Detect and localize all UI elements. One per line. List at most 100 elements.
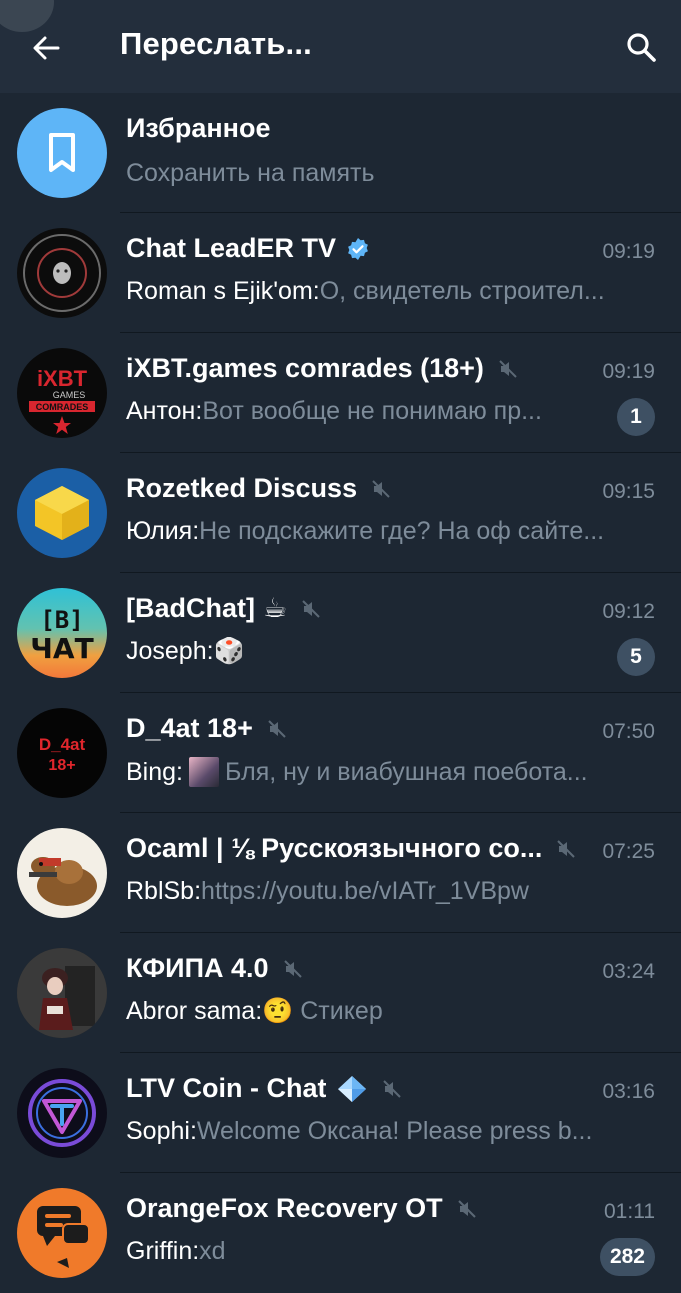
chat-title-line: Chat LeadER TV [126, 233, 370, 264]
chat-title: Ocaml | ⅛ Русскоязычного со... [126, 833, 543, 863]
svg-text:D_4at: D_4at [39, 735, 86, 754]
preview-sender: Roman s Ejik'om: [126, 277, 320, 305]
search-button[interactable] [620, 26, 662, 68]
avatar [17, 228, 107, 318]
verified-icon [346, 237, 370, 261]
avatar-image [23, 234, 101, 312]
preview-text: https://youtu.be/vIATr_1VBpw [201, 877, 529, 905]
chat-time: 07:50 [602, 720, 655, 743]
preview-sender: Bing: [126, 757, 183, 786]
chat-preview: Bing: Бля, ну и виабушная поебота... [126, 757, 588, 787]
avatar-image: D_4at 18+ [39, 735, 86, 774]
svg-text:18+: 18+ [48, 757, 75, 774]
avatar-image: iXBT GAMES COMRADES [29, 366, 95, 434]
muted-icon [371, 479, 391, 499]
avatar-image [29, 857, 97, 906]
preview-text: xd [199, 1237, 226, 1265]
chat-time: 07:25 [602, 840, 655, 863]
chat-preview: Антон: Вот вообще не понимаю пр... [126, 397, 542, 426]
avatar [17, 948, 107, 1038]
preview-sender: Sophi: [126, 1117, 197, 1145]
chat-title-line: LTV Coin - Chat [126, 1073, 402, 1104]
avatar-image: [B] ЧАТ [30, 606, 93, 665]
chat-row[interactable]: [B] ЧАТ [BadChat] ☕ 09:12 Joseph: 🎲 5 [0, 573, 681, 693]
chat-row[interactable]: LTV Coin - Chat 03:16 Sophi: Welcome Окс… [0, 1053, 681, 1173]
chat-preview: Sophi: Welcome Оксана! Please press b... [126, 1117, 592, 1146]
chat-title: Chat LeadER TV [126, 233, 337, 263]
chat-time: 09:19 [602, 360, 655, 383]
page-title: Переслать... [120, 26, 312, 61]
preview-sender: RblSb: [126, 877, 202, 905]
avatar-image [37, 1206, 90, 1268]
avatar: [B] ЧАТ [17, 588, 107, 678]
chat-preview: Joseph: 🎲 [126, 637, 245, 666]
unread-badge: 1 [617, 398, 655, 436]
chat-title: Rozetked Discuss [126, 473, 358, 503]
chat-row[interactable]: Ocaml | ⅛ Русскоязычного со... 07:25 Rbl… [0, 813, 681, 933]
preview-sender: Griffin: [126, 1237, 200, 1265]
chat-title-line: D_4at 18+ [126, 713, 287, 744]
chat-title-line: iXBT.games comrades (18+) [126, 353, 518, 384]
chat-time: 03:24 [602, 960, 655, 983]
chat-preview: RblSb: https://youtu.be/vIATr_1VBpw [126, 877, 529, 906]
preview-text: О, свидетель строител... [319, 277, 605, 305]
chat-preview: Griffin: xd [126, 1237, 226, 1266]
preview-sender: Abror sama: [126, 997, 263, 1025]
coffee-icon: ☕ [263, 593, 288, 623]
chat-title-line: Rozetked Discuss [126, 473, 391, 504]
muted-icon [498, 359, 518, 379]
muted-icon [556, 839, 576, 859]
muted-icon [267, 719, 287, 739]
chat-row[interactable]: КФИПА 4.0 03:24 Abror sama: 🤨 Стикер [0, 933, 681, 1053]
bookmark-icon [49, 133, 75, 172]
preview-text: Вот вообще не понимаю пр... [202, 397, 542, 425]
avatar-image [35, 486, 89, 540]
chat-subtitle: Сохранить на память [126, 159, 375, 187]
chat-title-line: КФИПА 4.0 [126, 953, 303, 984]
unread-badge: 5 [617, 638, 655, 676]
diamond-icon [336, 1074, 368, 1104]
chat-row[interactable]: iXBT GAMES COMRADES iXBT.games comrades … [0, 333, 681, 453]
muted-icon [457, 1199, 477, 1219]
svg-text:GAMES: GAMES [53, 390, 86, 400]
svg-text:COMRADES: COMRADES [36, 402, 89, 412]
chat-title: Избранное [126, 113, 271, 143]
muted-icon [283, 959, 303, 979]
search-icon [627, 33, 656, 62]
avatar [17, 108, 107, 198]
chat-list: Избранное Сохранить на память Chat LeadE… [0, 93, 681, 1293]
chat-row[interactable]: Rozetked Discuss 09:15 Юлия: Не подскажи… [0, 453, 681, 573]
chat-title: D_4at 18+ [126, 713, 253, 743]
chat-time: 03:16 [602, 1080, 655, 1103]
svg-text:iXBT: iXBT [37, 366, 88, 391]
avatar [17, 468, 107, 558]
chat-time: 01:11 [604, 1200, 655, 1223]
avatar-image [17, 948, 107, 1038]
preview-text: 🤨 Стикер [262, 997, 383, 1025]
preview-text: 🎲 [213, 637, 245, 665]
chat-preview: Abror sama: 🤨 Стикер [126, 997, 383, 1026]
avatar: iXBT GAMES COMRADES [17, 348, 107, 438]
chat-title-line: [BadChat] ☕ [126, 593, 321, 624]
chat-title: КФИПА 4.0 [126, 953, 269, 983]
svg-text:[B]: [B] [40, 606, 83, 634]
avatar [17, 828, 107, 918]
preview-text: Не подскажите где? На оф сайте... [199, 517, 605, 545]
chat-title: LTV Coin - Chat [126, 1073, 327, 1103]
chat-row-saved[interactable]: Избранное Сохранить на память [0, 93, 681, 213]
preview-sender: Joseph: [126, 637, 214, 665]
chat-time: 09:19 [602, 240, 655, 263]
chat-title-line: Ocaml | ⅛ Русскоязычного со... [126, 833, 576, 864]
avatar [17, 1068, 107, 1158]
chat-title: iXBT.games comrades (18+) [126, 353, 484, 383]
svg-text:ЧАТ: ЧАТ [30, 632, 93, 665]
avatar: D_4at 18+ [17, 708, 107, 798]
chat-row[interactable]: D_4at 18+ D_4at 18+ 07:50 Bing: Бля, ну … [0, 693, 681, 813]
chat-title-line: OrangeFox Recovery OT [126, 1193, 477, 1224]
chat-row[interactable]: Chat LeadER TV 09:19 Roman s Ejik'om: О,… [0, 213, 681, 333]
avatar [17, 1188, 107, 1278]
muted-icon [382, 1079, 402, 1099]
back-button[interactable] [26, 28, 66, 68]
chat-row[interactable]: OrangeFox Recovery OT 01:11 Griffin: xd … [0, 1173, 681, 1293]
chat-preview: Юлия: Не подскажите где? На оф сайте... [126, 517, 604, 546]
